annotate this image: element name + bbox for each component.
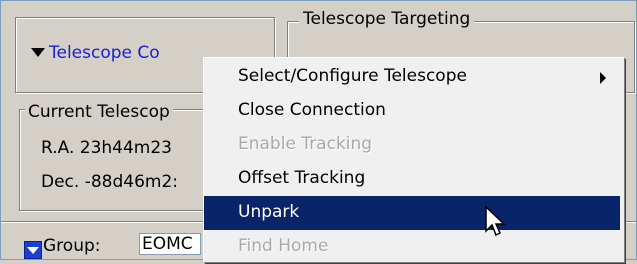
triangle-down-icon[interactable]: [31, 48, 45, 57]
menu-item-label: Offset Tracking: [238, 168, 366, 188]
group-label: Group:: [43, 236, 101, 256]
menu-item-label: Find Home: [238, 236, 329, 256]
chevron-down-icon[interactable]: [24, 241, 42, 259]
submenu-arrow-icon: [600, 72, 606, 84]
menu-item-label: Select/Configure Telescope: [238, 66, 467, 86]
telescope-control-label[interactable]: Telescope Co: [49, 43, 160, 63]
menu-item-enable-tracking: Enable Tracking: [204, 128, 620, 162]
menu-item-select-configure-telescope[interactable]: Select/Configure Telescope: [204, 60, 620, 94]
menu-item-offset-tracking[interactable]: Offset Tracking: [204, 162, 620, 196]
telescope-targeting-title: Telescope Targeting: [299, 9, 475, 29]
group-input[interactable]: EOMC: [139, 233, 201, 255]
application-window: Telescope Co Telescope Targeting Current…: [0, 0, 637, 262]
ra-readout: R.A. 23h44m23: [41, 138, 172, 158]
mouse-pointer-icon: [485, 206, 506, 237]
menu-item-label: Unpark: [238, 202, 300, 222]
menu-item-close-connection[interactable]: Close Connection: [204, 94, 620, 128]
menu-item-find-home: Find Home: [204, 230, 620, 264]
menu-item-label: Enable Tracking: [238, 134, 373, 154]
menu-item-label: Close Connection: [238, 100, 386, 120]
current-telescope-group: [19, 109, 211, 211]
current-telescope-title: Current Telescop: [25, 102, 173, 122]
dec-readout: Dec. -88d46m2:: [41, 172, 178, 192]
menu-item-unpark[interactable]: Unpark: [204, 196, 620, 230]
telescope-context-menu: Select/Configure Telescope Close Connect…: [203, 57, 624, 262]
